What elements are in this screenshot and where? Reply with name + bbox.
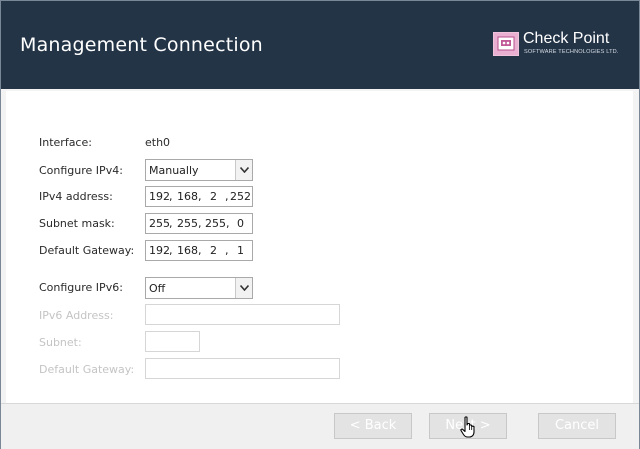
check-point-logo: Check Point SOFTWARE TECHNOLOGIES LTD. bbox=[493, 30, 627, 58]
gateway-octet-1: 192 bbox=[149, 244, 170, 257]
ipv6-gateway-field[interactable] bbox=[145, 358, 340, 379]
mask-octet-1: 255 bbox=[149, 217, 170, 230]
octet-separator: , bbox=[169, 217, 173, 230]
octet-separator: , bbox=[225, 244, 229, 257]
configure-ipv4-select[interactable]: Manually bbox=[145, 159, 253, 181]
chevron-down-icon[interactable] bbox=[235, 160, 252, 180]
octet-separator: , bbox=[198, 217, 202, 230]
wizard-window: Management Connection Check Point SOFTWA… bbox=[0, 0, 640, 449]
interface-value: eth0 bbox=[145, 136, 171, 149]
mask-octet-2: 255 bbox=[177, 217, 198, 230]
subnet-mask-label: Subnet mask: bbox=[39, 217, 115, 230]
ipv6-address-label: IPv6 Address: bbox=[39, 309, 114, 322]
subnet-mask-field[interactable]: 255 , 255 , 255 , 0 bbox=[145, 213, 253, 234]
configure-ipv6-select[interactable]: Off bbox=[145, 277, 253, 299]
octet-separator: , bbox=[169, 244, 173, 257]
interface-label: Interface: bbox=[39, 136, 92, 149]
ipv4-octet-4: 252 bbox=[230, 190, 251, 203]
page-title: Management Connection bbox=[20, 34, 263, 56]
ipv6-subnet-field[interactable] bbox=[145, 331, 200, 352]
ipv4-octet-3: 2 bbox=[210, 190, 217, 203]
octet-separator: , bbox=[198, 244, 202, 257]
gateway-octet-2: 168 bbox=[177, 244, 198, 257]
ipv4-octet-2: 168 bbox=[177, 190, 198, 203]
ipv6-gateway-label: Default Gateway: bbox=[39, 363, 135, 376]
back-button[interactable]: < Back bbox=[334, 413, 412, 439]
logo-name: Check Point bbox=[523, 30, 610, 47]
octet-separator: , bbox=[226, 217, 230, 230]
octet-separator: , bbox=[169, 190, 173, 203]
logo-subtitle: SOFTWARE TECHNOLOGIES LTD. bbox=[524, 49, 619, 55]
wizard-header: Management Connection Check Point SOFTWA… bbox=[1, 1, 639, 89]
octet-separator: , bbox=[198, 190, 202, 203]
ipv4-address-label: IPv4 address: bbox=[39, 190, 113, 203]
default-gateway-field[interactable]: 192 , 168 , 2 , 1 bbox=[145, 240, 253, 261]
octet-separator: , bbox=[225, 190, 229, 203]
hand-cursor-icon bbox=[460, 416, 476, 442]
gateway-octet-4: 1 bbox=[237, 244, 244, 257]
ipv6-subnet-label: Subnet: bbox=[39, 336, 82, 349]
default-gateway-label: Default Gateway: bbox=[39, 244, 135, 257]
chevron-down-icon[interactable] bbox=[235, 278, 252, 298]
configure-ipv6-label: Configure IPv6: bbox=[39, 281, 123, 294]
wizard-footer: < Back Next > Cancel bbox=[1, 403, 639, 449]
mask-octet-4: 0 bbox=[237, 217, 244, 230]
ipv6-address-field[interactable] bbox=[145, 304, 340, 325]
ipv4-octet-1: 192 bbox=[149, 190, 170, 203]
gateway-octet-3: 2 bbox=[210, 244, 217, 257]
logo-mark-icon bbox=[493, 32, 519, 56]
cancel-button[interactable]: Cancel bbox=[538, 413, 616, 439]
configure-ipv6-value: Off bbox=[149, 282, 166, 295]
mask-octet-3: 255 bbox=[205, 217, 226, 230]
configure-ipv4-value: Manually bbox=[149, 164, 199, 177]
configure-ipv4-label: Configure IPv4: bbox=[39, 164, 123, 177]
form-panel: Interface: eth0 Configure IPv4: Manually… bbox=[6, 91, 633, 403]
ipv4-address-field[interactable]: 192 , 168 , 2 , 252 bbox=[145, 186, 253, 207]
